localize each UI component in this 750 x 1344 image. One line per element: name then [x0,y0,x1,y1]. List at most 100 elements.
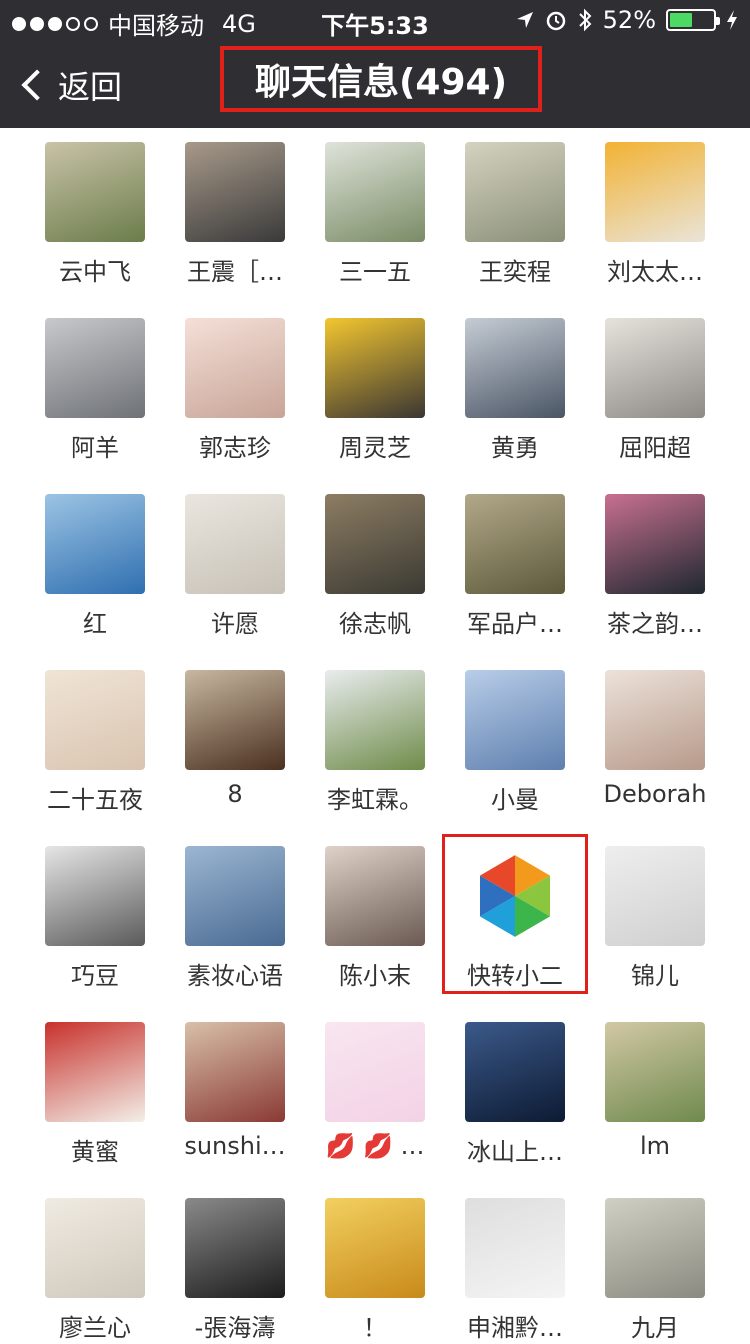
battery-percent: 52% [602,6,656,34]
member-name: sunshi… [184,1132,286,1160]
avatar [45,318,145,418]
avatar [325,494,425,594]
battery-icon [666,9,720,31]
avatar [465,1198,565,1298]
member-name: 军品户… [467,610,563,638]
member-name: 王震［… [187,258,283,286]
member-item[interactable]: 屈阳超 [585,304,725,464]
member-item[interactable]: 黄蜜 [25,1008,165,1168]
member-name: 三一五 [339,258,411,286]
member-name: 云中飞 [59,258,131,286]
member-item[interactable]: lm [585,1008,725,1168]
member-item[interactable]: 军品户… [445,480,585,640]
avatar [45,1022,145,1122]
member-name: 陈小末 [339,962,411,990]
member-item[interactable]: 九月 [585,1184,725,1344]
avatar [465,1022,565,1122]
location-arrow-icon [516,12,533,28]
member-name: 8 [227,780,243,808]
member-item[interactable]: 阿羊 [25,304,165,464]
avatar [185,1198,285,1298]
avatar [325,142,425,242]
avatar [45,1198,145,1298]
back-button[interactable]: 返回 [18,62,122,108]
member-name: 黄勇 [491,434,539,462]
member-item[interactable]: 红 [25,480,165,640]
member-name: 巧豆 [71,962,119,990]
member-item[interactable]: 三一五 [305,128,445,288]
member-item[interactable]: ！ [305,1184,445,1344]
back-label: 返回 [58,68,123,106]
member-item[interactable]: sunshi… [165,1008,305,1168]
avatar [465,494,565,594]
member-item[interactable]: 周灵芝 [305,304,445,464]
member-item[interactable]: 刘太太… [585,128,725,288]
navigation-bar: 返回 聊天信息(494) [0,40,750,128]
member-item[interactable]: 李虹霖。 [305,656,445,816]
member-name: 屈阳超 [619,434,691,462]
member-name: 刘太太… [607,258,703,286]
avatar [325,670,425,770]
member-item[interactable]: 巧豆 [25,832,165,992]
avatar [605,494,705,594]
member-item[interactable]: 云中飞 [25,128,165,288]
member-item[interactable]: 郭志珍 [165,304,305,464]
member-name: -張海濤 [194,1314,276,1342]
member-name: 廖兰心 [59,1314,131,1342]
bluetooth-icon [578,8,592,32]
member-name: 二十五夜 [47,786,143,814]
member-item[interactable]: 冰山上… [445,1008,585,1168]
avatar [45,670,145,770]
member-item[interactable]: 小曼 [445,656,585,816]
charging-bolt-icon [727,10,737,30]
member-name: 申湘黔… [467,1314,563,1342]
battery-level [670,13,692,27]
avatar [185,670,285,770]
member-item[interactable]: 廖兰心 [25,1184,165,1344]
member-item[interactable]: -張海濤 [165,1184,305,1344]
member-item[interactable]: 茶之韵… [585,480,725,640]
member-item[interactable]: 8 [165,656,305,816]
avatar [185,318,285,418]
member-item[interactable]: 黄勇 [445,304,585,464]
member-name: 郭志珍 [199,434,271,462]
member-name: ！ [363,1314,387,1342]
avatar [605,1022,705,1122]
member-item[interactable]: 陈小末 [305,832,445,992]
member-item[interactable]: Deborah [585,656,725,816]
member-name: 周灵芝 [339,434,411,462]
alarm-icon [546,11,565,31]
avatar [325,846,425,946]
avatar [325,1198,425,1298]
member-name: 红 [83,610,107,638]
avatar [465,142,565,242]
avatar [465,670,565,770]
member-item[interactable]: 许愿 [165,480,305,640]
title-highlight-box: 聊天信息(494) [220,46,542,112]
hexagon-logo-icon [465,846,565,946]
chevron-left-icon [21,69,53,101]
member-item[interactable]: 二十五夜 [25,656,165,816]
avatar [45,846,145,946]
page-title: 聊天信息(494) [254,62,508,103]
member-item[interactable]: 快转小二 [445,832,585,992]
avatar [605,318,705,418]
avatar [45,142,145,242]
member-item[interactable]: 王震［… [165,128,305,288]
avatar [605,1198,705,1298]
member-item[interactable]: 素妆心语 [165,832,305,992]
member-name: 九月 [631,1314,679,1342]
avatar [465,318,565,418]
member-name: 徐志帆 [339,610,411,638]
member-item[interactable]: 徐志帆 [305,480,445,640]
avatar [325,318,425,418]
status-bar: 中国移动 4G 下午5:33 52% [0,0,750,40]
top-bar: 中国移动 4G 下午5:33 52% 返回 聊天信息(494) [0,0,750,128]
member-item[interactable]: 锦儿 [585,832,725,992]
avatar [185,494,285,594]
avatar [185,1022,285,1122]
member-item[interactable]: 王奕程 [445,128,585,288]
member-name: 素妆心语 [187,962,283,990]
member-item[interactable]: 💋 💋 … [305,1008,445,1168]
member-item[interactable]: 申湘黔… [445,1184,585,1344]
